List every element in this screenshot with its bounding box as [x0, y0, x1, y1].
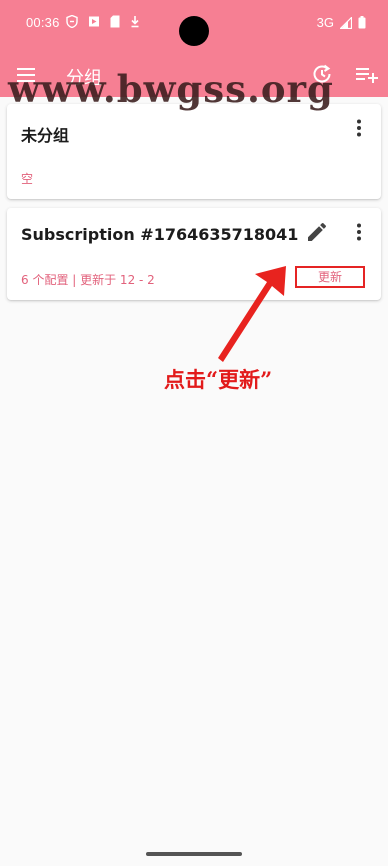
camera-cutout — [179, 16, 209, 46]
toolbar: 分组 — [0, 52, 388, 96]
status-system-icons: 3G — [317, 15, 366, 30]
edit-icon[interactable] — [305, 220, 329, 244]
download-icon — [131, 16, 139, 28]
battery-icon — [358, 16, 366, 29]
group-detail: 6 个配置 | 更新于 12 - 2 — [21, 273, 155, 287]
status-bar: 00:36 3G — [0, 0, 388, 46]
group-title: Subscription #1764635718041 — [21, 225, 299, 244]
group-card-ungrouped[interactable]: 未分组 空 — [7, 104, 381, 199]
update-button[interactable]: 更新 — [295, 266, 365, 288]
history-icon[interactable] — [310, 62, 334, 86]
annotation-text: 点击“更新” — [164, 367, 273, 392]
page-title: 分组 — [66, 68, 102, 89]
signal-icon — [340, 16, 352, 29]
menu-icon[interactable] — [14, 63, 38, 87]
status-time: 00:36 — [26, 15, 60, 30]
vpn-shield-icon — [66, 15, 78, 28]
play-store-icon — [89, 16, 99, 27]
group-card-subscription[interactable]: Subscription #1764635718041 6 个配置 | 更新于 … — [7, 208, 381, 300]
status-notification-icons — [66, 15, 140, 28]
more-vert-icon[interactable] — [347, 116, 371, 140]
group-detail: 空 — [21, 172, 34, 186]
network-type: 3G — [316, 15, 334, 30]
home-indicator[interactable] — [146, 852, 242, 856]
sim-card-icon — [110, 15, 120, 28]
playlist-add-icon[interactable] — [354, 62, 380, 86]
group-title: 未分组 — [21, 126, 70, 145]
more-vert-icon[interactable] — [347, 220, 371, 244]
